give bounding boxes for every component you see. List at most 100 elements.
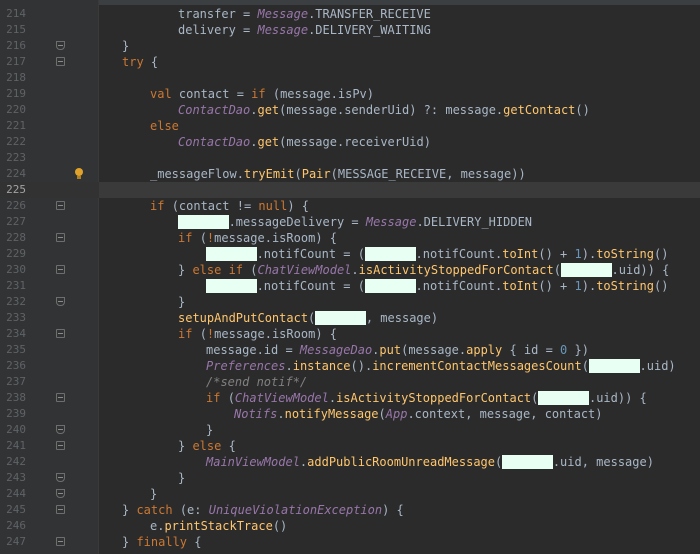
code-line[interactable]: 222 ContactDao.get(message.receiverUid) [0,134,700,150]
fold-marker-icon[interactable] [56,329,65,338]
intention-bulb-icon[interactable] [74,168,84,180]
code-text: else [150,118,179,134]
code-editor[interactable]: 214 transfer = Message.TRANSFER_RECEIVE 21… [0,6,700,550]
code-line[interactable]: 231contact.notifCount = (contact.notifCo… [0,278,700,294]
code-text: e.printStackTrace() [150,518,287,534]
code-line[interactable]: 219 val contact = if (message.isPv) [0,86,700,102]
fold-marker-icon[interactable] [56,297,65,306]
code-line[interactable]: 234 if (!message.isRoom) { [0,326,700,342]
code-line[interactable]: 240} [0,422,700,438]
code-line[interactable]: 232} [0,294,700,310]
fold-marker-icon[interactable] [56,537,65,546]
code-token: Message [365,215,417,229]
fold-marker-icon[interactable] [56,265,65,274]
code-token: .notifCount. [415,247,503,261]
fold-marker-icon[interactable] [56,233,65,242]
fold-marker-icon[interactable] [56,505,65,514]
code-token: (message. [272,87,338,101]
code-token: ) [423,135,431,149]
line-number: 232 [6,295,26,308]
code-line[interactable]: 216} [0,38,700,54]
code-line[interactable]: 244} [0,486,700,502]
code-token: != [236,199,259,213]
code-line[interactable]: 247} finally { [0,534,700,550]
code-token: isPv [337,87,367,101]
code-line[interactable]: 223 [0,150,700,166]
redacted-token: contact [364,246,416,261]
code-line[interactable]: 235 message.id = MessageDao.put(message.a… [0,342,700,358]
code-line[interactable]: 243} [0,470,700,486]
code-line[interactable]: 237 /*send notif*/ [0,374,700,390]
code-line[interactable]: 227 contact.messageDelivery = Message.DEL… [0,214,700,230]
code-token: finally [136,535,195,549]
code-line[interactable]: 236 Preferences.instance().incrementConta… [0,358,700,374]
code-line[interactable]: 228 if (!message.isRoom) { [0,230,700,246]
code-text: ContactDao.get(message.senderUid) ?: mes… [178,102,590,118]
code-token: transfer [178,7,244,21]
code-token: Message [257,7,309,21]
code-token: }) [567,343,589,357]
code-token: message. [214,327,272,341]
code-token: if [206,391,228,405]
line-number: 226 [6,199,26,212]
code-text: delivery = Message.DELIVERY_WAITING [178,22,431,38]
code-line[interactable]: 214 transfer = Message.TRANSFER_RECEIVE [0,6,700,22]
code-token: val [150,87,179,101]
code-token: ( [581,359,589,373]
code-token: ( [308,311,316,325]
fold-marker-icon[interactable] [56,473,65,482]
line-number: 216 [6,39,26,52]
code-line[interactable]: 238 if (ChatViewModel.isActivityStoppedFo… [0,390,700,406]
code-text: } finally { [122,534,201,550]
code-token: (e: [179,503,209,517]
code-line[interactable]: 225 [0,182,700,198]
code-token: { [194,535,202,549]
code-line[interactable]: 239 Notifs.notifyMessage(App.context, mes… [0,406,700,422]
line-number: 238 [6,391,26,404]
code-token: addPublicRoomUnreadMessage [307,455,495,469]
code-token: (contact [171,199,237,213]
fold-marker-icon[interactable] [56,425,65,434]
code-token: isActivityStoppedForContact [358,263,554,277]
code-line[interactable]: 215 delivery = Message.DELIVERY_WAITING [0,22,700,38]
redacted-token: contact [502,454,553,469]
fold-marker-icon[interactable] [56,201,65,210]
line-number: 237 [6,375,26,388]
code-line[interactable]: 230} else if (ChatViewModel.isActivitySt… [0,262,700,278]
code-token: .TRANSFER_RECEIVE [308,7,431,21]
line-number: 236 [6,359,26,372]
fold-marker-icon[interactable] [56,41,65,50]
code-token: tryEmit [243,167,295,181]
code-token: ) [366,87,375,101]
code-line[interactable]: 245} catch (e: UniqueViolationException)… [0,502,700,518]
code-line[interactable]: 246 e.printStackTrace() [0,518,700,534]
redacted-token: contact [560,262,612,277]
code-line[interactable]: 242 MainViewModel.addPublicRoomUnreadMess… [0,454,700,470]
fold-marker-icon[interactable] [56,489,65,498]
code-token: Message [257,23,309,37]
code-token: printStackTrace [164,519,273,533]
code-line[interactable]: 224 _messageFlow.tryEmit(Pair(MESSAGE_REC… [0,166,700,182]
redacted-token: contact [364,278,416,293]
fold-marker-icon[interactable] [56,393,65,402]
line-number: 245 [6,503,26,516]
line-number: 218 [6,71,26,84]
code-line[interactable]: 218 [0,70,700,86]
code-token: catch [136,503,180,517]
line-number: 233 [6,311,26,324]
code-token: setupAndPutContact [178,311,309,325]
code-token: else [192,439,229,453]
fold-marker-icon[interactable] [56,441,65,450]
code-token: 1 [574,279,582,293]
code-line[interactable]: 229contact.notifCount = (contact.notifCo… [0,246,700,262]
code-text: if (!message.isRoom) { [178,326,337,342]
code-line[interactable]: 220 ContactDao.get(message.senderUid) ?: … [0,102,700,118]
code-line[interactable]: 233 setupAndPutContact(contact, message) [0,310,700,326]
code-line[interactable]: 217 try { [0,54,700,70]
line-number: 229 [6,247,26,260]
code-line[interactable]: 226 if (contact != null) { [0,198,700,214]
fold-marker-icon[interactable] [56,57,65,66]
code-line[interactable]: 241} else { [0,438,700,454]
redacted-token: contact [206,246,257,261]
code-line[interactable]: 221 else [0,118,700,134]
